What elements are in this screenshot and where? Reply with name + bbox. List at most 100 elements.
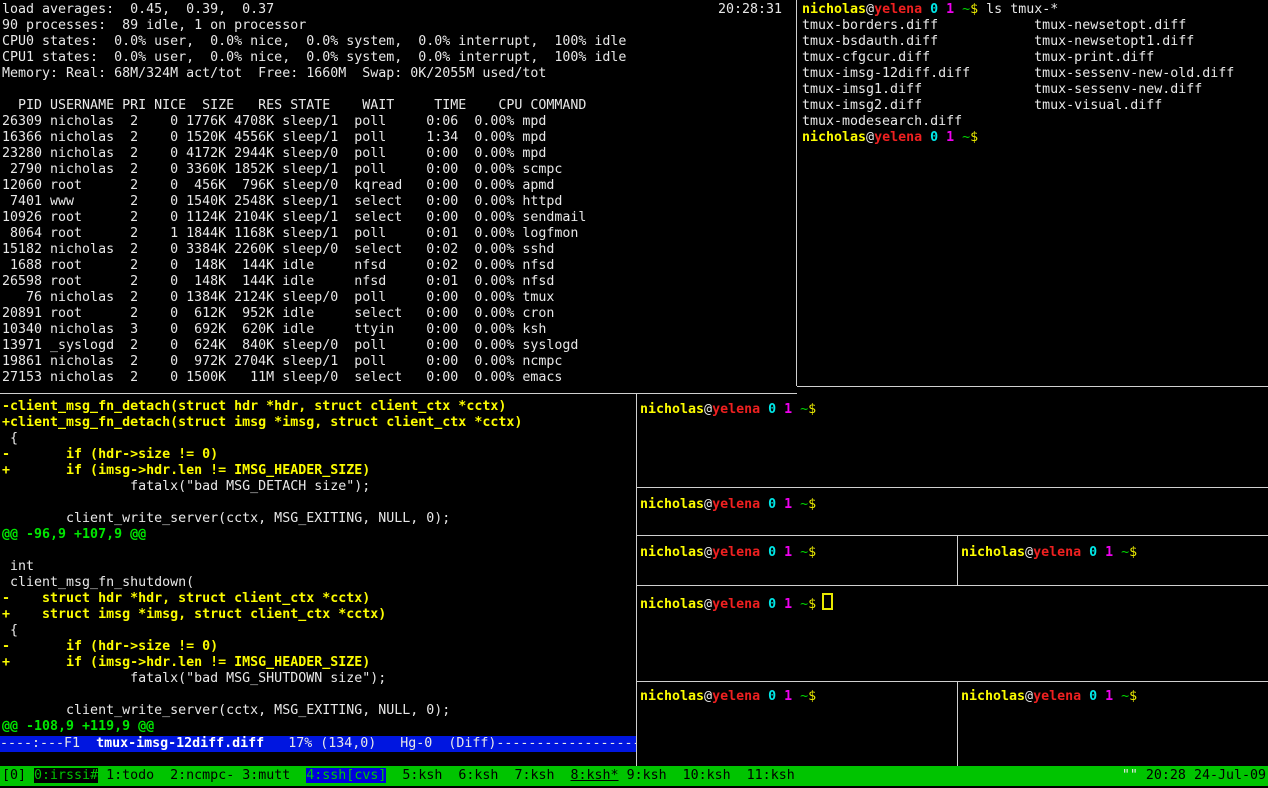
prompt-dollar: $	[970, 130, 978, 145]
process-row: 1688 root 2 0 148K 144K idle nfsd 0:02 0…	[2, 258, 794, 274]
process-row: 76 nicholas 2 0 1384K 2124K sleep/0 poll…	[2, 290, 794, 306]
pane-border	[0, 393, 797, 394]
emacs-modeline: ----:---F1 tmux-imsg-12diff.diff 17% (13…	[0, 736, 636, 752]
process-row: 8064 root 2 1 1844K 1168K sleep/1 poll 0…	[2, 226, 794, 242]
top-summary: load averages: 0.45, 0.39, 0.3790 proces…	[2, 2, 794, 82]
status-window-9ksh[interactable]: 9:ksh	[627, 768, 667, 783]
prompt-user: nicholas	[802, 2, 866, 17]
prompt-session-index: 0	[760, 689, 776, 704]
diff-line: {	[2, 431, 638, 447]
pane-shell-5[interactable]: nicholas@yelena 0 1 ~$	[637, 682, 960, 773]
pane-shell-6[interactable]: nicholas@yelena 0 1 ~$	[958, 682, 1268, 773]
prompt-window-index: 1	[938, 2, 954, 17]
shell-prompt: nicholas@yelena 0 1 ~$	[640, 597, 816, 612]
status-window-6ksh[interactable]: 6:ksh	[458, 768, 498, 783]
status-separator	[98, 768, 106, 783]
prompt-host: yelena	[1033, 545, 1081, 560]
shell-prompt-line: nicholas@yelena 0 1 ~$	[640, 402, 1268, 418]
shell-prompt-line: nicholas@yelena 0 1 ~$	[640, 689, 960, 705]
prompt-user: nicholas	[640, 497, 704, 512]
prompt-cwd: ~	[1113, 689, 1129, 704]
process-row: 10926 root 2 0 1124K 2104K sleep/1 selec…	[2, 210, 794, 226]
diff-content: -client_msg_fn_detach(struct hdr *hdr, s…	[2, 399, 638, 735]
file-list-line: tmux-imsg1.diff tmux-sessenv-new.diff	[802, 82, 1268, 98]
diff-line: {	[2, 623, 638, 639]
diff-line: + struct imsg *imsg, struct client_ctx *…	[2, 607, 638, 623]
pane-shell-1[interactable]: nicholas@yelena 0 1 ~$	[637, 394, 1268, 495]
process-table-header: PID USERNAME PRI NICE SIZE RES STATE WAI…	[2, 98, 794, 114]
modeline-filename: tmux-imsg-12diff.diff	[96, 736, 264, 751]
diff-line	[2, 543, 638, 559]
diff-line: fatalx("bad MSG_SHUTDOWN size");	[2, 671, 638, 687]
pane-shell-ls[interactable]: nicholas@yelena 0 1 ~$ ls tmux-* tmux-bo…	[798, 0, 1268, 386]
process-row: 2790 nicholas 2 0 3360K 1852K sleep/1 po…	[2, 162, 794, 178]
prompt-at: @	[704, 497, 712, 512]
diff-line: fatalx("bad MSG_DETACH size");	[2, 479, 638, 495]
pane-shell-active[interactable]: nicholas@yelena 0 1 ~$	[637, 586, 1268, 688]
diff-line: +client_msg_fn_detach(struct imsg *imsg,…	[2, 415, 638, 431]
process-row: 15182 nicholas 2 0 3384K 2260K sleep/0 s…	[2, 242, 794, 258]
status-separator	[154, 768, 170, 783]
process-row: 12060 root 2 0 456K 796K sleep/0 kqread …	[2, 178, 794, 194]
prompt-session-index: 0	[922, 2, 938, 17]
prompt-host: yelena	[712, 545, 760, 560]
status-window-0irssi[interactable]: 0:irssi#	[34, 768, 98, 783]
prompt-window-index: 1	[776, 597, 792, 612]
status-window-7ksh[interactable]: 7:ksh	[514, 768, 554, 783]
prompt-cwd: ~	[792, 497, 808, 512]
diff-line: int	[2, 559, 638, 575]
status-window-10ksh[interactable]: 10:ksh	[683, 768, 731, 783]
top-summary-line: load averages: 0.45, 0.39, 0.37	[2, 2, 794, 18]
pane-title: ""	[1122, 768, 1138, 783]
diff-line: - struct hdr *hdr, struct client_ctx *cc…	[2, 591, 638, 607]
file-list-line: tmux-borders.diff tmux-newsetopt.diff	[802, 18, 1268, 34]
process-row: 26598 root 2 0 148K 144K idle nfsd 0:01 …	[2, 274, 794, 290]
prompt-dollar: $	[808, 497, 816, 512]
diff-line: -client_msg_fn_detach(struct hdr *hdr, s…	[2, 399, 638, 415]
process-row: 10340 nicholas 3 0 692K 620K idle ttyin …	[2, 322, 794, 338]
shell-prompt-line: nicholas@yelena 0 1 ~$	[961, 545, 1268, 561]
top-summary-line: 90 processes: 89 idle, 1 on processor	[2, 18, 794, 34]
pane-emacs-diff[interactable]: -client_msg_fn_detach(struct hdr *hdr, s…	[0, 394, 638, 771]
prompt-dollar: $	[970, 2, 978, 17]
diff-line: @@ -96,9 +107,9 @@	[2, 527, 638, 543]
pane-border	[637, 535, 1268, 536]
modeline-dashes: ------------------	[496, 736, 636, 751]
prompt-session-index: 0	[1081, 689, 1097, 704]
status-window-5ksh[interactable]: 5:ksh	[402, 768, 442, 783]
prompt-at: @	[704, 597, 712, 612]
shell-prompt-line: nicholas@yelena 0 1 ~$ ls tmux-*	[802, 2, 1268, 18]
pane-border	[637, 487, 1268, 488]
shell-prompt: nicholas@yelena 0 1 ~$	[961, 689, 1137, 704]
status-window-11ksh[interactable]: 11:ksh	[747, 768, 795, 783]
diff-line: - if (hdr->size != 0)	[2, 639, 638, 655]
status-window-1todo[interactable]: 1:todo	[106, 768, 154, 783]
prompt-window-index: 1	[776, 497, 792, 512]
top-summary-line: CPU1 states: 0.0% user, 0.0% nice, 0.0% …	[2, 50, 794, 66]
diff-line: client_write_server(cctx, MSG_EXITING, N…	[2, 703, 638, 719]
prompt-window-index: 1	[776, 689, 792, 704]
prompt-host: yelena	[1033, 689, 1081, 704]
prompt-session-index: 0	[1081, 545, 1097, 560]
shell-prompt: nicholas@yelena 0 1 ~$	[640, 402, 816, 417]
status-window-4sshcvs[interactable]: 4:ssh[cvs]	[306, 768, 386, 783]
diff-line: @@ -108,9 +119,9 @@	[2, 719, 638, 735]
prompt-user: nicholas	[640, 689, 704, 704]
tmux-status-bar: [0] 0:irssi# 1:todo 2:ncmpc- 3:mutt 4:ss…	[0, 766, 1268, 786]
status-window-8ksh[interactable]: 8:ksh*	[571, 768, 619, 783]
prompt-session-index: 0	[922, 130, 938, 145]
process-row: 16366 nicholas 2 0 1520K 4556K sleep/1 p…	[2, 130, 794, 146]
pane-top-command[interactable]: load averages: 0.45, 0.39, 0.3790 proces…	[0, 0, 794, 394]
prompt-session-index: 0	[760, 497, 776, 512]
prompt-dollar: $	[808, 689, 816, 704]
shell-prompt-line: nicholas@yelena 0 1 ~$	[961, 689, 1268, 705]
prompt-user: nicholas	[961, 545, 1025, 560]
status-window-3mutt[interactable]: 3:mutt	[242, 768, 290, 783]
status-separator	[386, 768, 402, 783]
prompt-at: @	[1025, 689, 1033, 704]
status-window-2ncmpc[interactable]: 2:ncmpc-	[170, 768, 234, 783]
file-list-line: tmux-bsdauth.diff tmux-newsetopt1.diff	[802, 34, 1268, 50]
prompt-cwd: ~	[792, 689, 808, 704]
modeline-info: 17% (134,0) Hg-0 (Diff)	[264, 736, 496, 751]
status-separator	[290, 768, 306, 783]
